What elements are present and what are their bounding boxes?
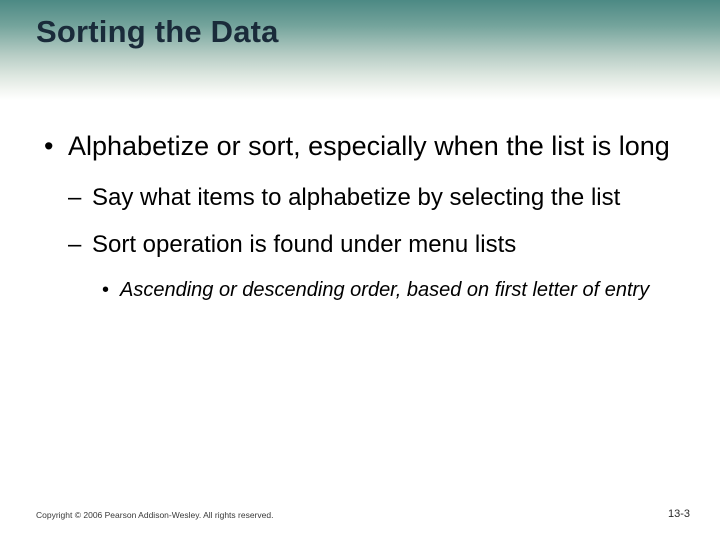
bullet-level2: Say what items to alphabetize by selecti… <box>68 184 680 213</box>
page-number: 13-3 <box>668 508 690 520</box>
copyright-text: Copyright © 2006 Pearson Addison-Wesley.… <box>36 510 273 520</box>
bullet-level1: Alphabetize or sort, especially when the… <box>40 130 680 162</box>
slide-title: Sorting the Data <box>36 14 279 50</box>
bullet-level2: Sort operation is found under menu lists <box>68 231 680 260</box>
content-area: Alphabetize or sort, especially when the… <box>40 130 680 302</box>
bullet-level3: Ascending or descending order, based on … <box>100 278 680 302</box>
slide: Sorting the Data Alphabetize or sort, es… <box>0 0 720 540</box>
